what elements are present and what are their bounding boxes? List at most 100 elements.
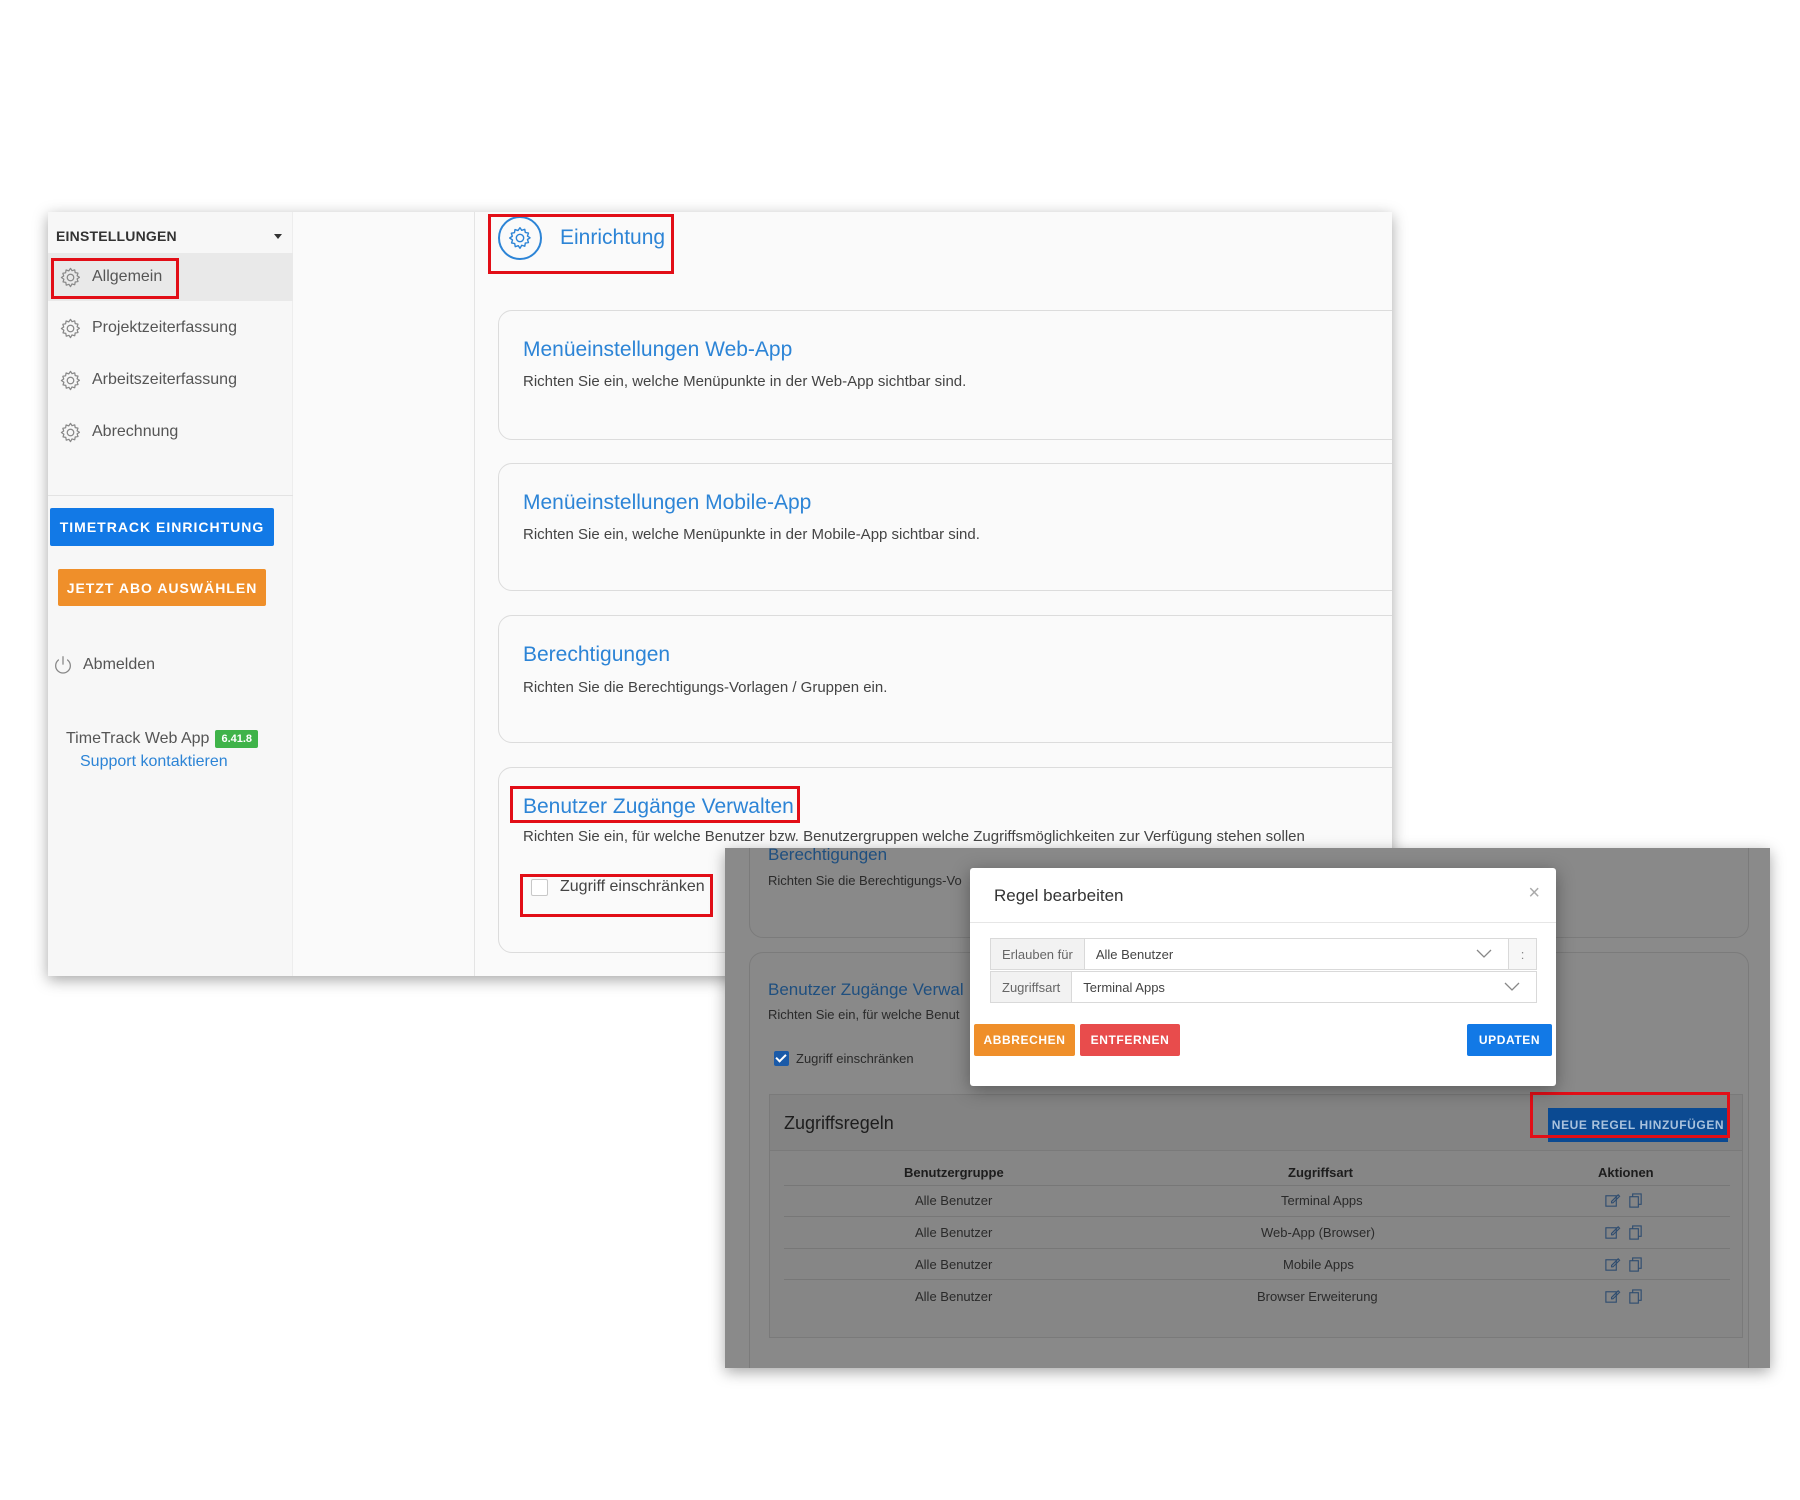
- checkbox-label: Zugriff einschränken: [560, 878, 705, 895]
- modal-divider: [970, 922, 1556, 923]
- access-rules-window: Berechtigungen Richten Sie die Berechtig…: [725, 848, 1770, 1368]
- modal-title: Regel bearbeiten: [994, 886, 1124, 905]
- column-header-access-type: Zugriffsart: [1288, 1165, 1353, 1180]
- logout-link[interactable]: Abmelden: [52, 654, 155, 676]
- bg-card-description: Richten Sie die Berechtigungs-Vo: [768, 873, 962, 888]
- card-description: Richten Sie die Berechtigungs-Vorlagen /…: [523, 679, 888, 696]
- checkbox-label: Zugriff einschränken: [796, 1051, 914, 1066]
- cell-user-group: Alle Benutzer: [915, 1225, 993, 1240]
- cell-access-type: Browser Erweiterung: [1257, 1289, 1378, 1304]
- bg-card-title: Berechtigungen: [768, 848, 888, 864]
- row-actions: [1604, 1288, 1644, 1305]
- card-title[interactable]: Menüeinstellungen Web-App: [523, 338, 792, 362]
- copy-icon[interactable]: [1627, 1224, 1644, 1241]
- card-title[interactable]: Berechtigungen: [523, 643, 670, 667]
- cell-access-type: Web-App (Browser): [1261, 1225, 1375, 1240]
- app-version: TimeTrack Web App 6.41.8: [66, 730, 259, 748]
- remove-button[interactable]: ENTFERNEN: [1080, 1024, 1180, 1056]
- cancel-button[interactable]: ABBRECHEN: [974, 1024, 1075, 1056]
- edit-icon[interactable]: [1604, 1288, 1621, 1305]
- sidebar-header-label: EINSTELLUNGEN: [56, 228, 177, 244]
- field-value[interactable]: Terminal Apps: [1072, 972, 1536, 1002]
- sidebar-item-arbeitszeiterfassung[interactable]: Arbeitszeiterfassung: [48, 356, 293, 404]
- cell-user-group: Alle Benutzer: [915, 1289, 993, 1304]
- card-permissions[interactable]: Berechtigungen Richten Sie die Berechtig…: [498, 615, 1392, 743]
- row-divider: [784, 1279, 1730, 1280]
- gear-icon: [60, 422, 81, 442]
- access-rules-header: Zugriffsregeln NEUE REGEL HINZUFÜGEN: [770, 1095, 1742, 1151]
- cell-user-group: Alle Benutzer: [915, 1193, 993, 1208]
- restrict-access-checkbox[interactable]: Zugriff einschränken: [531, 878, 705, 896]
- card-mobile-app-menu[interactable]: Menüeinstellungen Mobile-App Richten Sie…: [498, 463, 1392, 591]
- logout-label: Abmelden: [83, 656, 156, 673]
- gear-icon: [60, 318, 81, 338]
- chevron-down-icon: [1476, 949, 1492, 958]
- card-web-app-menu[interactable]: Menüeinstellungen Web-App Richten Sie ei…: [498, 310, 1392, 440]
- column-header-user-group: Benutzergruppe: [904, 1165, 1004, 1180]
- row-divider: [784, 1216, 1730, 1217]
- access-rules-panel: Zugriffsregeln NEUE REGEL HINZUFÜGEN Ben…: [769, 1094, 1743, 1338]
- add-rule-button[interactable]: NEUE REGEL HINZUFÜGEN: [1548, 1108, 1728, 1142]
- copy-icon[interactable]: [1627, 1192, 1644, 1209]
- field-label: Zugriffsart: [991, 972, 1073, 1002]
- row-divider: [784, 1248, 1730, 1249]
- close-icon[interactable]: ×: [1528, 882, 1540, 905]
- chevron-down-icon: [1504, 982, 1520, 991]
- column-header-actions: Aktionen: [1598, 1165, 1654, 1180]
- cell-access-type: Mobile Apps: [1283, 1257, 1354, 1272]
- sidebar-item-allgemein[interactable]: Allgemein: [48, 253, 293, 301]
- access-type-select[interactable]: Zugriffsart Terminal Apps: [990, 971, 1537, 1003]
- sidebar-item-label: Allgemein: [92, 268, 163, 285]
- card-description: Richten Sie ein, für welche Benutzer bzw…: [523, 828, 1305, 845]
- gear-icon: [60, 267, 81, 287]
- cell-access-type: Terminal Apps: [1281, 1193, 1363, 1208]
- sidebar-header[interactable]: EINSTELLUNGEN: [56, 228, 288, 244]
- sidebar-item-abrechnung[interactable]: Abrechnung: [48, 408, 293, 456]
- power-icon: [55, 656, 71, 674]
- settings-icon-circle: [498, 216, 542, 260]
- caret-down-icon: [274, 234, 282, 239]
- checkbox-box[interactable]: [531, 878, 548, 896]
- sidebar-item-label: Abrechnung: [92, 423, 179, 440]
- cell-user-group: Alle Benutzer: [915, 1257, 993, 1272]
- row-actions: [1604, 1224, 1644, 1241]
- checkbox-checked[interactable]: [774, 1051, 789, 1066]
- card-title[interactable]: Benutzer Zugänge Verwalten: [523, 795, 794, 819]
- field-value[interactable]: Alle Benutzer: [1085, 939, 1508, 969]
- sidebar-item-label: Projektzeiterfassung: [92, 319, 237, 336]
- copy-icon[interactable]: [1627, 1288, 1644, 1305]
- row-divider: [784, 1185, 1730, 1186]
- field-label: Erlauben für: [991, 939, 1085, 969]
- bg-card-title: Benutzer Zugänge Verwal: [768, 980, 964, 999]
- main-divider: [474, 212, 475, 976]
- edit-icon[interactable]: [1604, 1192, 1621, 1209]
- row-actions: [1604, 1192, 1644, 1209]
- page-title: Einrichtung: [560, 226, 666, 249]
- update-button[interactable]: UPDATEN: [1467, 1024, 1552, 1056]
- edit-icon[interactable]: [1604, 1256, 1621, 1273]
- support-link[interactable]: Support kontaktieren: [80, 753, 228, 771]
- sidebar-divider: [48, 495, 293, 496]
- selected-value: Terminal Apps: [1083, 979, 1165, 995]
- page-header: Einrichtung: [498, 216, 665, 260]
- sidebar: EINSTELLUNGEN Allgemein Projektzeiterfas…: [48, 212, 293, 976]
- copy-icon[interactable]: [1627, 1256, 1644, 1273]
- card-title[interactable]: Menüeinstellungen Mobile-App: [523, 491, 811, 515]
- edit-rule-modal: Regel bearbeiten × Erlauben für Alle Ben…: [970, 868, 1556, 1086]
- sidebar-item-projektzeiterfassung[interactable]: Projektzeiterfassung: [48, 304, 293, 352]
- gear-icon: [509, 227, 531, 249]
- access-rules-title: Zugriffsregeln: [784, 1113, 894, 1133]
- row-actions: [1604, 1256, 1644, 1273]
- sidebar-item-label: Arbeitszeiterfassung: [92, 371, 237, 388]
- selected-value: Alle Benutzer: [1095, 946, 1174, 962]
- field-addon[interactable]: :: [1508, 939, 1536, 969]
- edit-icon[interactable]: [1604, 1224, 1621, 1241]
- restrict-access-checkbox[interactable]: Zugriff einschränken: [774, 1051, 914, 1066]
- card-description: Richten Sie ein, welche Menüpunkte in de…: [523, 373, 967, 390]
- card-description: Richten Sie ein, welche Menüpunkte in de…: [523, 526, 980, 543]
- gear-icon: [60, 370, 81, 390]
- select-subscription-button[interactable]: JETZT ABO AUSWÄHLEN: [58, 569, 266, 606]
- allow-for-select[interactable]: Erlauben für Alle Benutzer :: [990, 938, 1537, 970]
- timetrack-setup-button[interactable]: TIMETRACK EINRICHTUNG: [50, 508, 274, 546]
- version-badge: 6.41.8: [215, 730, 259, 748]
